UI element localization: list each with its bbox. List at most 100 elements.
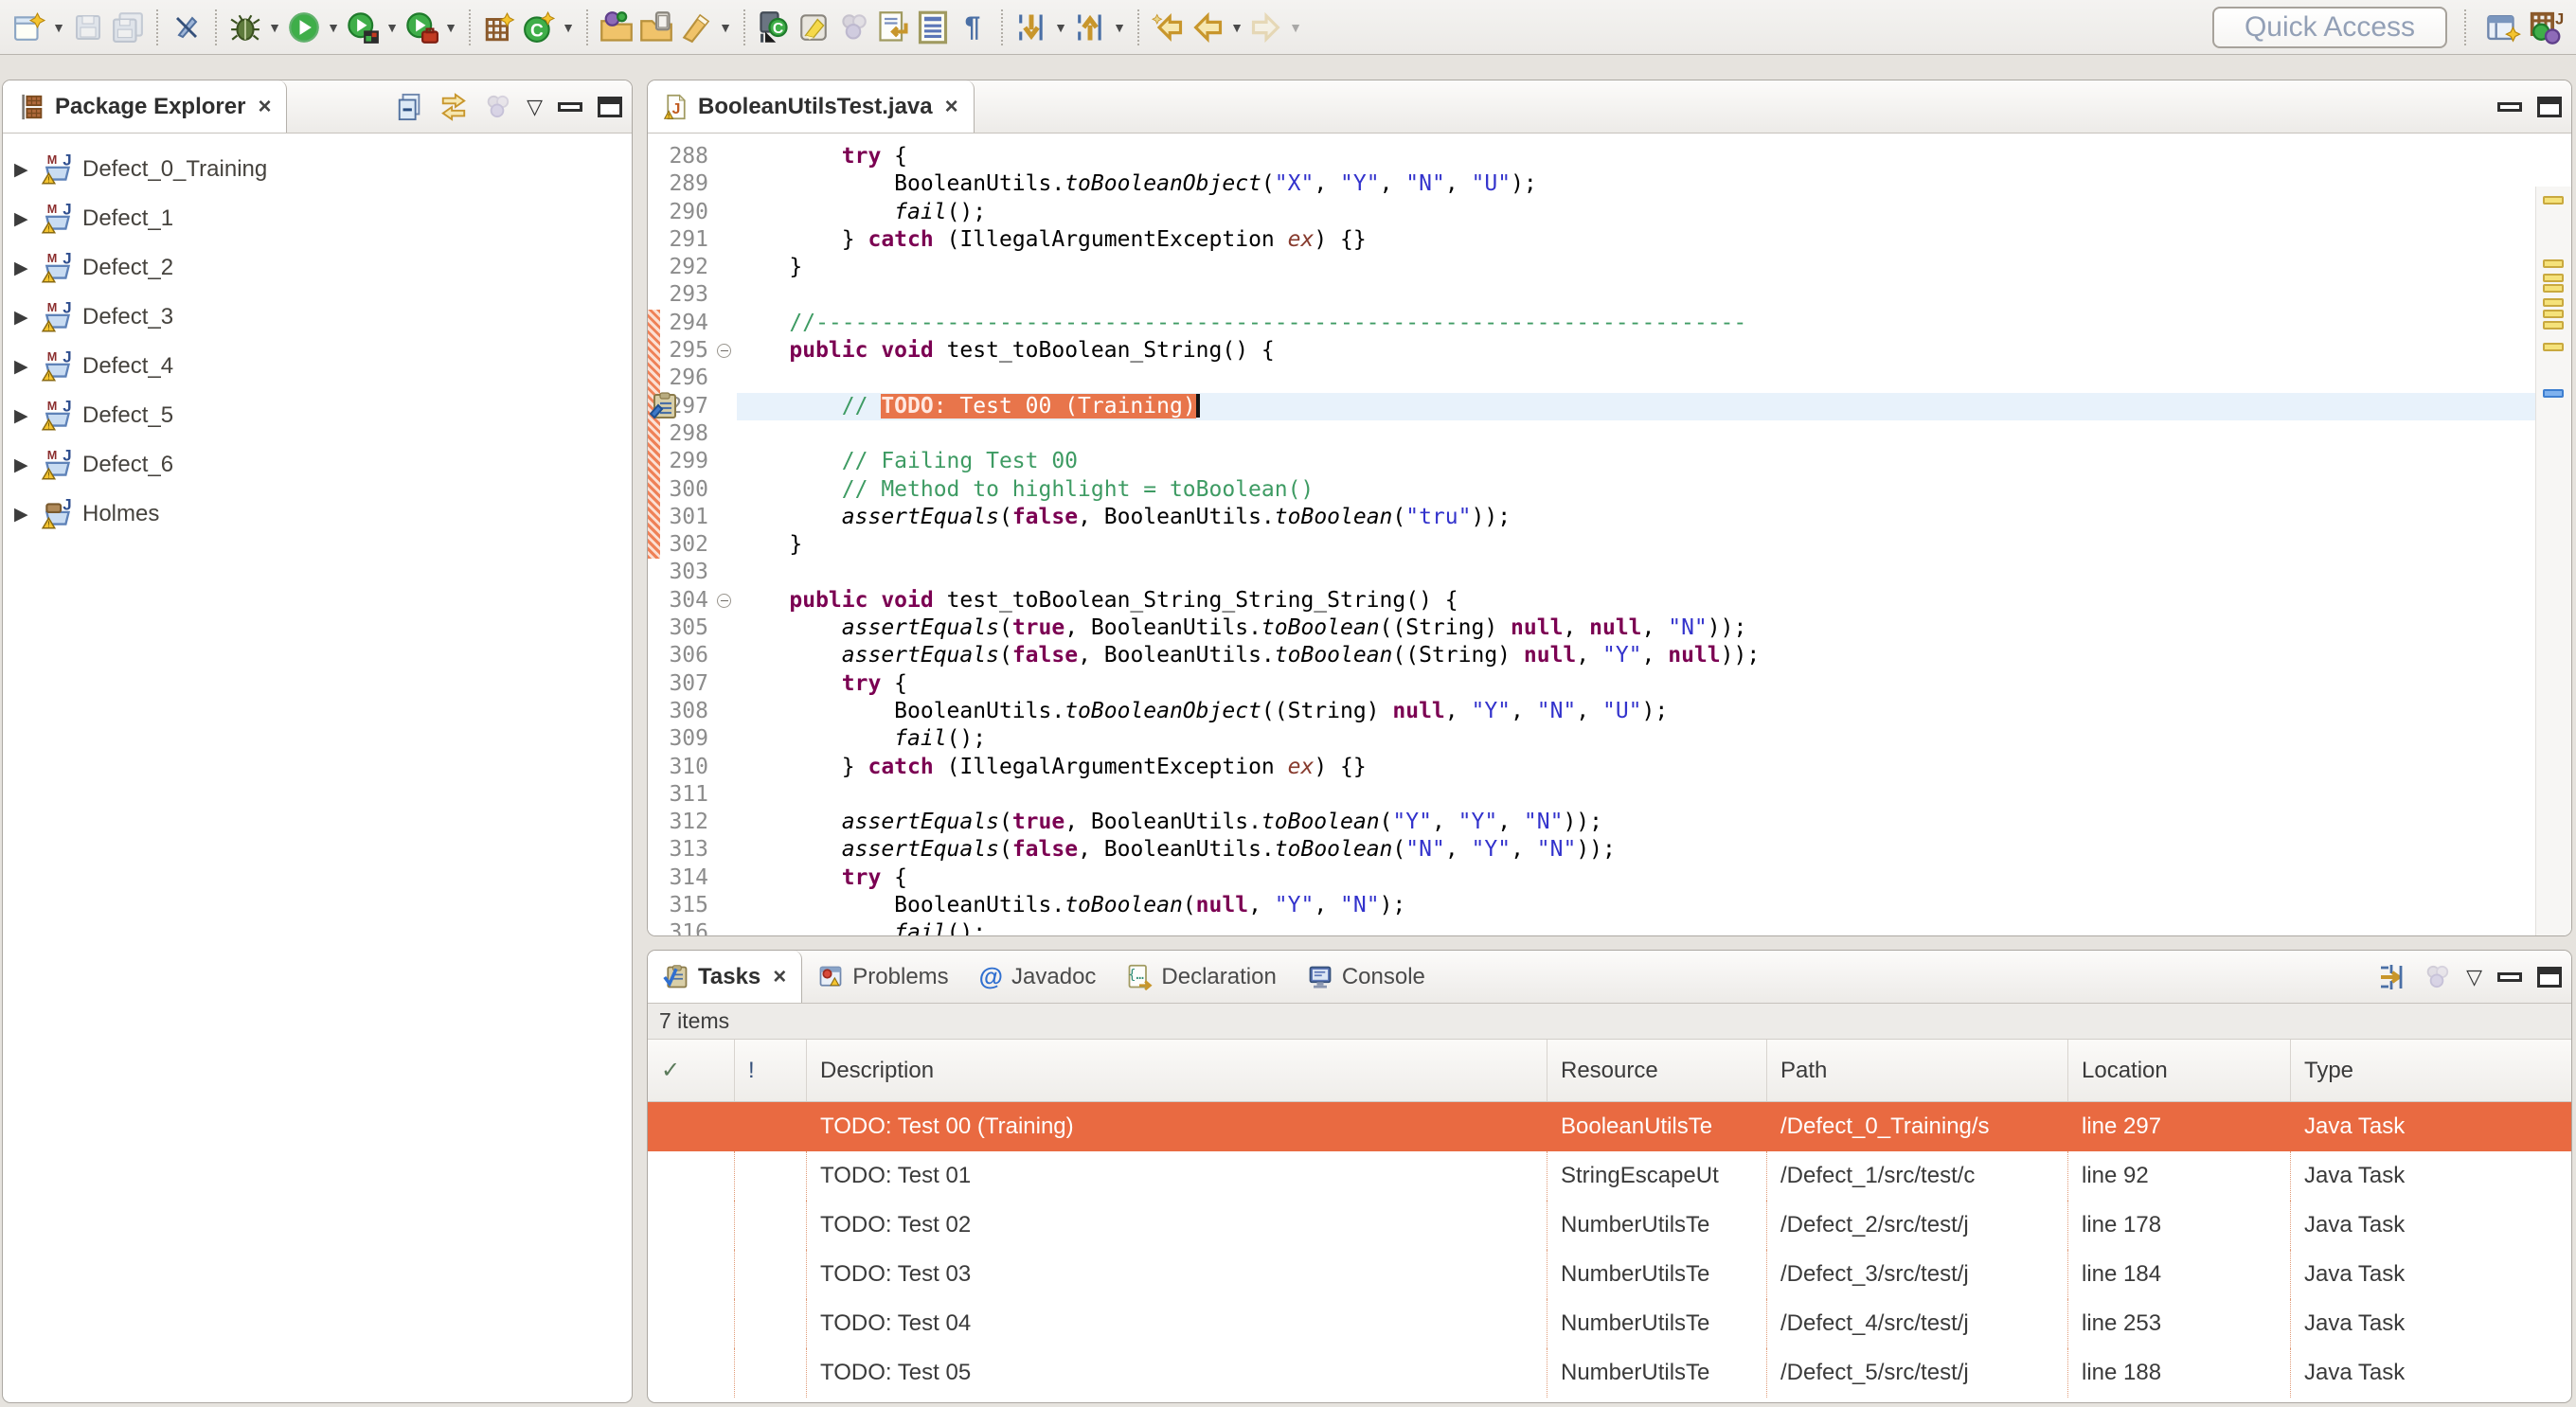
tab-declaration[interactable]: {… Declaration [1111,951,1291,1003]
open-perspective-button[interactable] [2483,5,2525,50]
line-number[interactable]: 294 [661,310,716,337]
forward-button[interactable] [1246,5,1286,50]
debug-dropdown[interactable]: ▼ [265,5,284,50]
tree-item-Defect_4[interactable]: ▶MJ!Defect_4 [3,342,632,391]
code-line-303[interactable]: 303 [648,559,2535,586]
close-icon[interactable]: × [941,94,958,120]
minimize-view-icon[interactable] [2497,972,2522,982]
run-button[interactable] [284,5,324,50]
next-annotation-button[interactable] [1011,5,1051,50]
code-line-314[interactable]: 314 try { [648,864,2535,892]
expand-arrow-icon[interactable]: ▶ [14,208,35,230]
line-number[interactable]: 312 [661,809,716,836]
task-marker-icon[interactable] [649,391,679,426]
tree-item-Defect_5[interactable]: ▶MJ!Defect_5 [3,391,632,440]
skip-breakpoints-button[interactable] [167,5,206,50]
code-line-292[interactable]: 292 } [648,254,2535,281]
task-row[interactable]: TODO: Test 01StringEscapeUt/Defect_1/src… [648,1151,2571,1201]
next-annotation-dropdown[interactable]: ▼ [1051,5,1070,50]
run-dropdown[interactable]: ▼ [324,5,343,50]
code-line-304[interactable]: 304 public void test_toBoolean_String_St… [648,587,2535,614]
minimize-editor-icon[interactable] [2497,102,2522,112]
tree-item-Holmes[interactable]: ▶J!Holmes [3,490,632,539]
line-number[interactable]: 301 [661,504,716,531]
code-line-294[interactable]: 294 //----------------------------------… [648,310,2535,337]
code-line-295[interactable]: 295 public void test_toBoolean_String() … [648,337,2535,365]
line-number[interactable]: 308 [661,698,716,725]
external-tools-button[interactable] [402,5,441,50]
new-class-button[interactable]: C [519,5,559,50]
mark-occurrences-button[interactable] [676,5,716,50]
line-number[interactable]: 293 [661,281,716,309]
fold-collapse-icon[interactable] [717,594,731,608]
open-resource-button[interactable] [636,5,676,50]
tab-package-explorer[interactable]: Package Explorer × [3,80,287,133]
highlight-button[interactable] [794,5,833,50]
line-number[interactable]: 299 [661,448,716,475]
working-set-icon[interactable] [2423,963,2451,991]
line-number[interactable]: 310 [661,754,716,781]
code-line-291[interactable]: 291 } catch (IllegalArgumentException ex… [648,226,2535,254]
expand-arrow-icon[interactable]: ▶ [14,405,35,427]
tab-tasks[interactable]: Tasks × [648,951,802,1003]
code-line-302[interactable]: 302 } [648,531,2535,559]
code-line-316[interactable]: 316 fail(); [648,919,2535,935]
line-number[interactable]: 304 [661,587,716,614]
line-number[interactable]: 306 [661,642,716,669]
code-line-313[interactable]: 313 assertEquals(false, BooleanUtils.toB… [648,836,2535,864]
save-all-button[interactable] [108,5,148,50]
team-button[interactable] [833,5,873,50]
link-with-editor-icon[interactable] [439,93,468,121]
collapse-all-icon[interactable] [396,93,424,121]
code-line-306[interactable]: 306 assertEquals(false, BooleanUtils.toB… [648,642,2535,669]
new-wizard-button[interactable] [9,5,49,50]
save-button[interactable] [68,5,108,50]
code-lines[interactable]: 288 try {289 BooleanUtils.toBooleanObjec… [648,134,2535,935]
task-marker-ruler-icon[interactable] [2543,298,2564,307]
code-editor[interactable]: 288 try {289 BooleanUtils.toBooleanObjec… [648,134,2571,935]
close-icon[interactable]: × [769,964,786,990]
task-marker-ruler-icon[interactable] [2543,259,2564,268]
overview-ruler[interactable] [2535,187,2571,935]
code-line-290[interactable]: 290 fail(); [648,199,2535,226]
fold-collapse-icon[interactable] [717,344,731,358]
line-number[interactable]: 296 [661,365,716,392]
code-line-301[interactable]: 301 assertEquals(false, BooleanUtils.toB… [648,504,2535,531]
bookmark-marker-ruler-icon[interactable] [2543,389,2564,398]
tree-item-Defect_6[interactable]: ▶MJ!Defect_6 [3,440,632,490]
code-line-296[interactable]: 296 [648,365,2535,392]
coverage-button[interactable] [343,5,383,50]
maximize-view-icon[interactable] [598,97,622,117]
open-task-button[interactable] [597,5,636,50]
new-class-dropdown[interactable]: ▼ [559,5,578,50]
task-marker-ruler-icon[interactable] [2543,274,2564,282]
expand-arrow-icon[interactable]: ▶ [14,258,35,279]
line-number[interactable]: 289 [661,170,716,198]
open-declaration-button[interactable] [873,5,913,50]
expand-arrow-icon[interactable]: ▶ [14,356,35,378]
code-line-312[interactable]: 312 assertEquals(true, BooleanUtils.toBo… [648,809,2535,836]
line-number[interactable]: 311 [661,781,716,809]
line-number[interactable]: 295 [661,337,716,365]
close-icon[interactable]: × [254,94,271,120]
last-edit-location-button[interactable] [1148,5,1188,50]
task-marker-ruler-icon[interactable] [2543,284,2564,293]
line-number[interactable]: 315 [661,892,716,919]
tree-item-Defect_0_Training[interactable]: ▶MJ!Defect_0_Training [3,145,632,194]
code-line-288[interactable]: 288 try { [648,143,2535,170]
code-line-299[interactable]: 299 // Failing Test 00 [648,448,2535,475]
code-line-297[interactable]: 297 // TODO: Test 00 (Training) [648,393,2535,420]
minimize-view-icon[interactable] [558,102,582,112]
search-button[interactable]: C [754,5,794,50]
focus-on-working-set-icon[interactable] [483,93,511,121]
tab-javadoc[interactable]: @ Javadoc [964,951,1112,1003]
line-number[interactable]: 288 [661,143,716,170]
code-line-293[interactable]: 293 [648,281,2535,309]
expand-arrow-icon[interactable]: ▶ [14,504,35,525]
debug-button[interactable] [225,5,265,50]
task-marker-ruler-icon[interactable] [2543,343,2564,351]
mark-occurrences-dropdown[interactable]: ▼ [716,5,735,50]
quick-access-input[interactable]: Quick Access [2212,7,2447,48]
previous-annotation-dropdown[interactable]: ▼ [1110,5,1129,50]
code-line-315[interactable]: 315 BooleanUtils.toBoolean(null, "Y", "N… [648,892,2535,919]
